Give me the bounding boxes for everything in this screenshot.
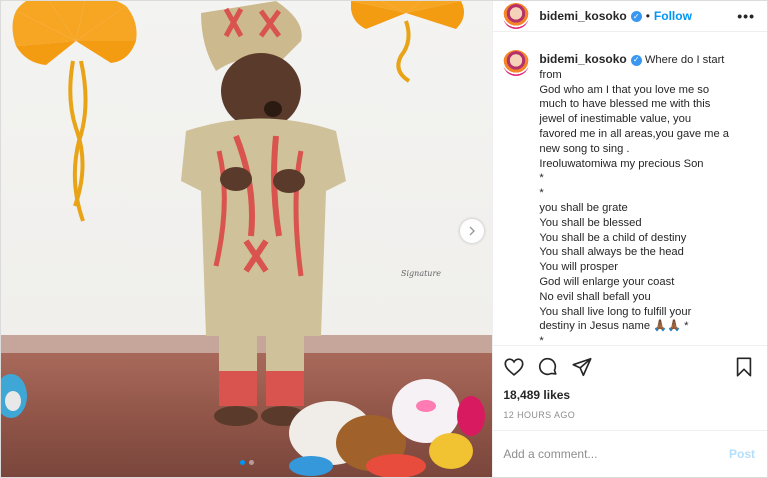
caption-line: God who am I that you love me so: [539, 83, 710, 96]
post-actions: 18,489 likes 12 HOURS AGO: [493, 345, 767, 430]
instagram-post: Signature bidemi_kosoko ✓ • Follow ••• b…: [0, 0, 768, 478]
action-icons-row: [503, 352, 755, 382]
caption-line: You shall be blessed: [539, 216, 642, 229]
verified-badge-icon: ✓: [630, 54, 642, 66]
caption-avatar[interactable]: [503, 50, 530, 76]
caption-line: You shall be a child of destiny: [539, 231, 687, 244]
avatar[interactable]: [503, 3, 530, 29]
carousel-indicator: [1, 460, 492, 465]
caption-line: *: [539, 172, 544, 185]
post-side-panel: bidemi_kosoko ✓ • Follow ••• bidemi_koso…: [493, 1, 767, 477]
caption-username[interactable]: bidemi_kosoko: [539, 52, 626, 66]
post-photo[interactable]: Signature: [1, 1, 494, 477]
caption-text: Where do I start: [644, 54, 725, 66]
caption-line: destiny in Jesus name 🙏🏾🙏🏾 *: [539, 320, 689, 333]
comment-bar: Post: [493, 430, 767, 477]
caption-line: You will prosper: [539, 261, 618, 274]
post-comment-button[interactable]: Post: [729, 447, 755, 461]
author-username[interactable]: bidemi_kosoko: [539, 9, 626, 23]
carousel-next-button[interactable]: [460, 219, 485, 243]
comment-icon[interactable]: [537, 356, 559, 378]
caption-line: *: [539, 335, 544, 345]
caption-line: jewel of inestimable value, you: [539, 113, 692, 126]
caption-line: bidemi_kosoko ✓ Where do I start: [539, 52, 729, 68]
caption-line: much to have blessed me with this: [539, 98, 711, 111]
caption-section: bidemi_kosoko ✓ Where do I start from God…: [493, 32, 767, 345]
like-count[interactable]: 18,489 likes: [503, 388, 755, 402]
bookmark-icon[interactable]: [733, 356, 755, 378]
follow-button[interactable]: Follow: [654, 9, 692, 23]
post-timestamp[interactable]: 12 HOURS AGO: [503, 410, 755, 420]
verified-badge-icon: ✓: [630, 10, 642, 22]
share-icon[interactable]: [571, 356, 593, 378]
more-options-icon[interactable]: •••: [737, 8, 755, 24]
caption-line: from: [539, 68, 562, 81]
caption-line: God will enlarge your coast: [539, 275, 675, 288]
caption-line: You shall always be the head: [539, 246, 684, 259]
post-caption: bidemi_kosoko ✓ Where do I start from God…: [539, 52, 729, 345]
caption-line: favored me in all areas,you gave me a: [539, 127, 730, 140]
caption-line: new song to sing .: [539, 142, 630, 155]
caption-line: you shall be grate: [539, 201, 628, 214]
caption-line: Ireoluwatomiwa my precious Son: [539, 157, 704, 170]
post-header: bidemi_kosoko ✓ • Follow •••: [493, 1, 767, 32]
toy-left-edge: [1, 374, 27, 418]
photographer-watermark: Signature: [401, 269, 442, 278]
heart-icon[interactable]: [503, 356, 525, 378]
comment-input[interactable]: [503, 447, 729, 461]
caption-line: *: [539, 187, 544, 200]
paper-fan-decoration-left: [12, 1, 137, 222]
caption-line: You shall live long to fulfill your: [539, 305, 692, 318]
caption-line: No evil shall befall you: [539, 290, 651, 303]
chevron-right-icon: [469, 226, 476, 236]
carousel-dot: [239, 460, 245, 465]
carousel-dot: [248, 460, 254, 465]
separator-dot: •: [645, 9, 650, 23]
